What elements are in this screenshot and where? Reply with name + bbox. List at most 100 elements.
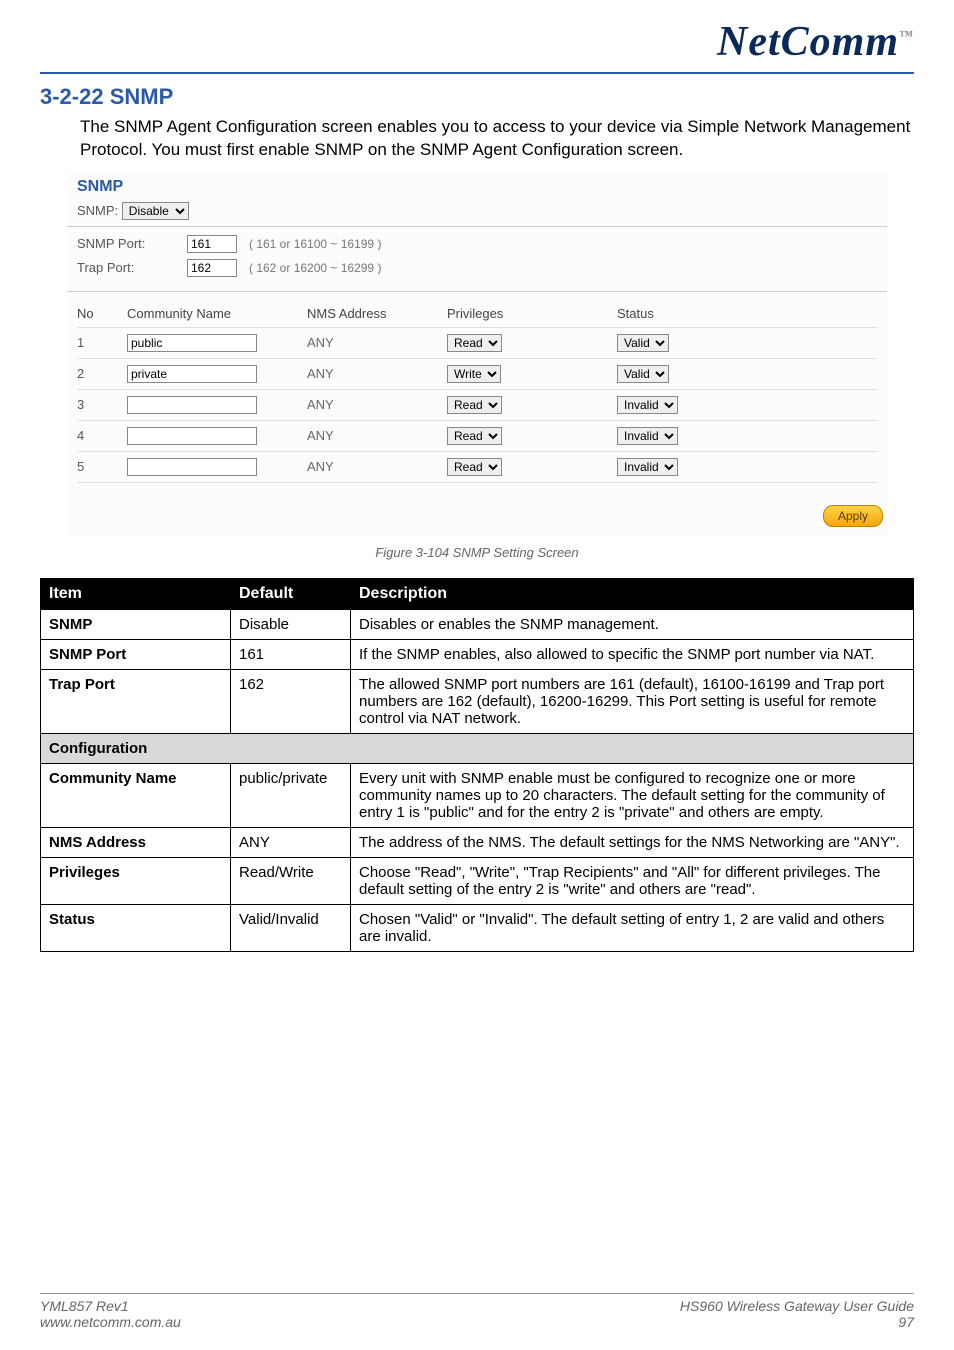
cell-default: 161	[231, 639, 351, 669]
community-input[interactable]	[127, 334, 257, 352]
nms-cell: ANY	[307, 459, 447, 474]
cell-desc: Chosen "Valid" or "Invalid". The default…	[351, 904, 914, 951]
brand-logo: NetComm™	[717, 18, 914, 66]
cell-desc: Every unit with SNMP enable must be conf…	[351, 763, 914, 827]
snmp-table: No Community Name NMS Address Privileges…	[67, 292, 887, 497]
nms-cell: ANY	[307, 366, 447, 381]
priv-select[interactable]: Read	[447, 458, 502, 476]
footer-guide: HS960 Wireless Gateway User Guide	[680, 1298, 914, 1314]
cell-item: Community Name	[41, 763, 231, 827]
table-row: 1 ANY Read Valid	[77, 328, 877, 359]
status-select[interactable]: Valid	[617, 334, 669, 352]
trap-port-hint: ( 162 or 16200 ~ 16299 )	[249, 261, 381, 275]
cell-item: SNMP	[41, 609, 231, 639]
snmp-select-label: SNMP:	[77, 203, 118, 218]
table-header-row: No Community Name NMS Address Privileges…	[77, 300, 877, 328]
table-row: 2 ANY Write Valid	[77, 359, 877, 390]
cell-default: Read/Write	[231, 857, 351, 904]
nms-cell: ANY	[307, 335, 447, 350]
cell-desc: Choose "Read", "Write", "Trap Recipients…	[351, 857, 914, 904]
cell-item: Status	[41, 904, 231, 951]
nms-cell: ANY	[307, 428, 447, 443]
footer-page: 97	[680, 1314, 914, 1330]
status-select[interactable]: Invalid	[617, 427, 678, 445]
priv-select[interactable]: Read	[447, 396, 502, 414]
status-select[interactable]: Valid	[617, 365, 669, 383]
cell-desc: Disables or enables the SNMP management.	[351, 609, 914, 639]
configuration-label: Configuration	[41, 733, 914, 763]
cell-desc: The address of the NMS. The default sett…	[351, 827, 914, 857]
footer-url: www.netcomm.com.au	[40, 1314, 181, 1330]
priv-select[interactable]: Read	[447, 334, 502, 352]
panel-title: SNMP	[67, 172, 887, 198]
cell-default: Disable	[231, 609, 351, 639]
apply-button[interactable]: Apply	[823, 505, 883, 527]
table-row: 4 ANY Read Invalid	[77, 421, 877, 452]
section-title: 3-2-22 SNMP	[40, 84, 914, 110]
figure-caption: Figure 3-104 SNMP Setting Screen	[40, 545, 914, 560]
community-input[interactable]	[127, 396, 257, 414]
hdr-community: Community Name	[127, 306, 307, 321]
trap-port-input[interactable]	[187, 259, 237, 277]
snmp-enable-select[interactable]: Disable	[122, 202, 189, 220]
header: NetComm™	[40, 18, 914, 74]
port-section: SNMP Port: ( 161 or 16100 ~ 16199 ) Trap…	[67, 227, 887, 292]
configuration-header-row: Configuration	[41, 733, 914, 763]
footer-left: YML857 Rev1 www.netcomm.com.au	[40, 1298, 181, 1330]
snmp-enable-row: SNMP: Disable	[67, 198, 887, 227]
community-input[interactable]	[127, 427, 257, 445]
table-row: Trap Port 162 The allowed SNMP port numb…	[41, 669, 914, 733]
row-no: 3	[77, 397, 127, 412]
cell-default: Valid/Invalid	[231, 904, 351, 951]
community-input[interactable]	[127, 458, 257, 476]
row-no: 4	[77, 428, 127, 443]
table-row: SNMP Port 161 If the SNMP enables, also …	[41, 639, 914, 669]
snmp-port-hint: ( 161 or 16100 ~ 16199 )	[249, 237, 381, 251]
cell-default: ANY	[231, 827, 351, 857]
logo-tm: ™	[899, 29, 914, 44]
table-row: 5 ANY Read Invalid	[77, 452, 877, 483]
status-select[interactable]: Invalid	[617, 458, 678, 476]
row-no: 1	[77, 335, 127, 350]
col-default: Default	[231, 578, 351, 609]
cell-desc: If the SNMP enables, also allowed to spe…	[351, 639, 914, 669]
table-row: NMS Address ANY The address of the NMS. …	[41, 827, 914, 857]
table-row: 3 ANY Read Invalid	[77, 390, 877, 421]
row-no: 5	[77, 459, 127, 474]
hdr-no: No	[77, 306, 127, 321]
apply-row: Apply	[67, 497, 887, 537]
cell-item: Trap Port	[41, 669, 231, 733]
nms-cell: ANY	[307, 397, 447, 412]
table-row: SNMP Disable Disables or enables the SNM…	[41, 609, 914, 639]
cell-default: 162	[231, 669, 351, 733]
table-row: Status Valid/Invalid Chosen "Valid" or "…	[41, 904, 914, 951]
cell-item: SNMP Port	[41, 639, 231, 669]
logo-text: NetComm	[717, 19, 899, 65]
priv-select[interactable]: Write	[447, 365, 501, 383]
intro-text: The SNMP Agent Configuration screen enab…	[80, 116, 914, 162]
cell-desc: The allowed SNMP port numbers are 161 (d…	[351, 669, 914, 733]
cell-item: NMS Address	[41, 827, 231, 857]
hdr-nms: NMS Address	[307, 306, 447, 321]
table-row: Community Name public/private Every unit…	[41, 763, 914, 827]
description-table: Item Default Description SNMP Disable Di…	[40, 578, 914, 952]
cell-item: Privileges	[41, 857, 231, 904]
priv-select[interactable]: Read	[447, 427, 502, 445]
row-no: 2	[77, 366, 127, 381]
trap-port-row: Trap Port: ( 162 or 16200 ~ 16299 )	[77, 259, 877, 277]
snmp-panel: SNMP SNMP: Disable SNMP Port: ( 161 or 1…	[67, 172, 887, 537]
table-row: Privileges Read/Write Choose "Read", "Wr…	[41, 857, 914, 904]
hdr-status: Status	[617, 306, 737, 321]
snmp-port-input[interactable]	[187, 235, 237, 253]
snmp-port-label: SNMP Port:	[77, 236, 187, 251]
status-select[interactable]: Invalid	[617, 396, 678, 414]
cell-default: public/private	[231, 763, 351, 827]
col-item: Item	[41, 578, 231, 609]
community-input[interactable]	[127, 365, 257, 383]
snmp-port-row: SNMP Port: ( 161 or 16100 ~ 16199 )	[77, 235, 877, 253]
trap-port-label: Trap Port:	[77, 260, 187, 275]
col-description: Description	[351, 578, 914, 609]
footer-rev: YML857 Rev1	[40, 1298, 181, 1314]
hdr-priv: Privileges	[447, 306, 617, 321]
page-footer: YML857 Rev1 www.netcomm.com.au HS960 Wir…	[40, 1293, 914, 1330]
